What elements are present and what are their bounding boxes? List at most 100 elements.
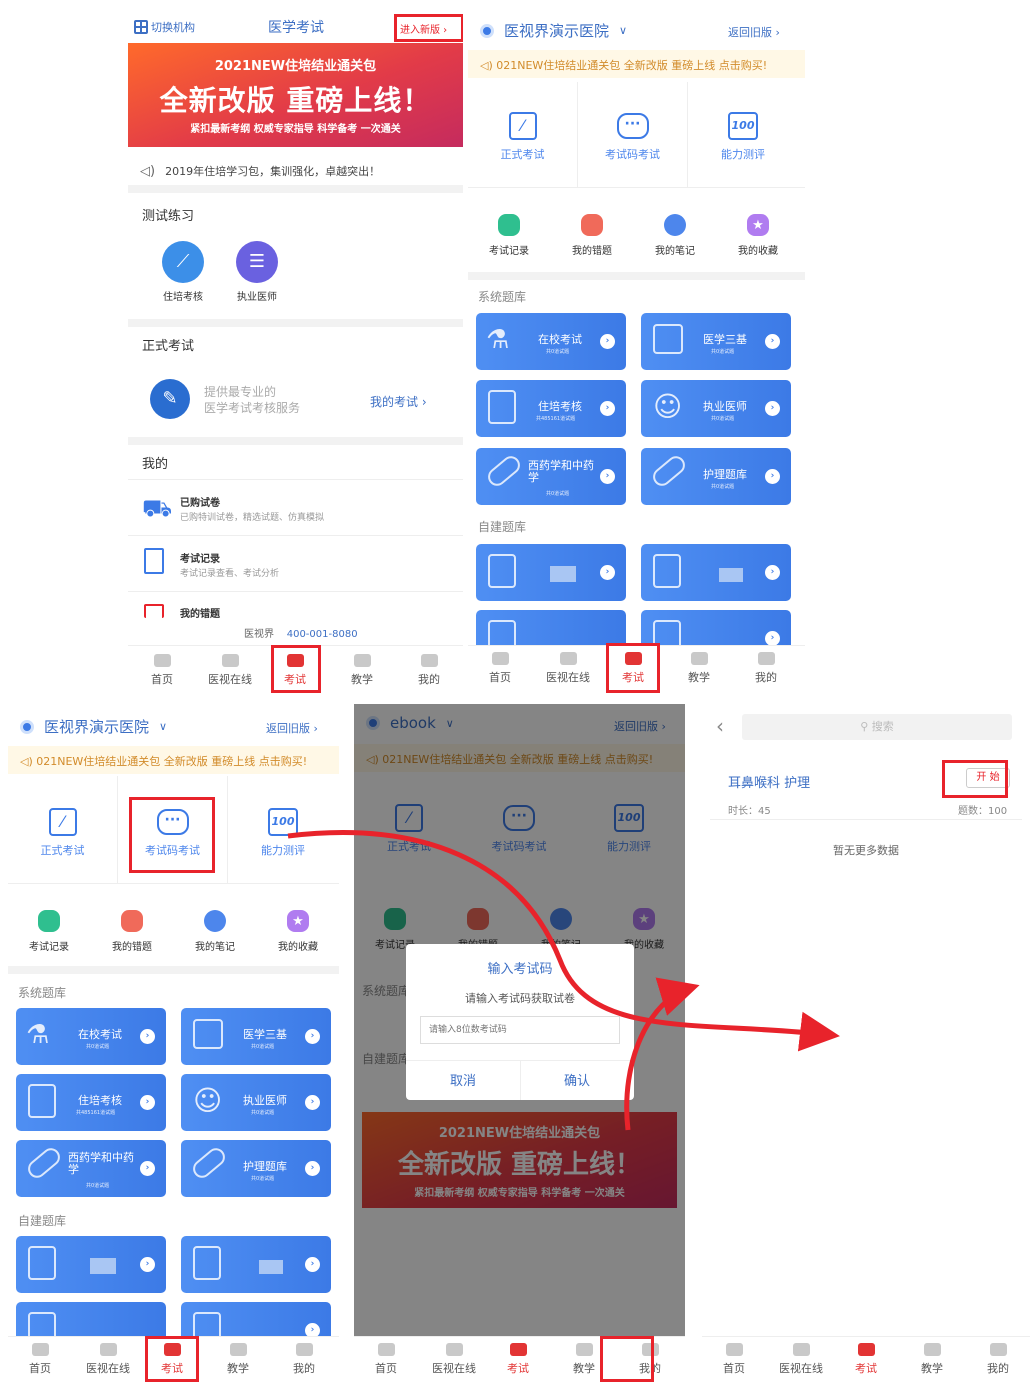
bank-card-sanji[interactable]: 医学三基 共0道试题 › xyxy=(181,1008,331,1065)
tab-teaching[interactable]: 教学 xyxy=(677,652,721,685)
tab-teaching[interactable]: 教学 xyxy=(910,1343,954,1376)
tab-home[interactable]: 首页 xyxy=(18,1343,62,1376)
exam-icon xyxy=(857,1343,875,1356)
mine-item-purchased[interactable]: ⛟ 已购试卷 已购特训试卷，精选试题、仿真模拟 xyxy=(128,479,463,535)
arrow-right-icon: › xyxy=(140,1257,155,1272)
record-icon xyxy=(498,214,520,236)
formal-exam-button[interactable]: ⁄ 正式考试 xyxy=(468,82,578,188)
tab-exam[interactable]: 考试 xyxy=(844,1343,888,1376)
tab-home[interactable]: 首页 xyxy=(712,1343,756,1376)
exam-code-dialog: 输入考试码 请输入考试码获取试卷 取消 确认 xyxy=(406,944,634,1100)
tab-online[interactable]: 医视在线 xyxy=(771,1343,831,1376)
teaching-icon xyxy=(575,1343,593,1356)
wrong-questions-button[interactable]: 我的错题 xyxy=(103,910,161,953)
chart-icon: ⟋ xyxy=(162,241,204,283)
tab-mine[interactable]: 我的 xyxy=(744,652,788,685)
tab-online[interactable]: 医视在线 xyxy=(200,654,260,687)
self-bank-card[interactable]: › xyxy=(181,1236,331,1293)
bank-card-sanji[interactable]: 医学三基 共0道试题 › xyxy=(641,313,791,370)
hospital-selector[interactable]: 医视界演示医院 ∨ xyxy=(480,20,627,41)
tab-online[interactable]: 医视在线 xyxy=(78,1343,138,1376)
tab-exam[interactable]: 考试 xyxy=(496,1343,540,1376)
back-old-version-link[interactable]: 返回旧版 › xyxy=(266,720,318,736)
back-icon[interactable]: ‹ xyxy=(716,714,724,738)
tab-online[interactable]: 医视在线 xyxy=(424,1343,484,1376)
microscope-icon: ⚗ xyxy=(486,325,510,355)
exam-record-button[interactable]: 考试记录 xyxy=(480,214,538,257)
hospital-selector[interactable]: 医视界演示医院 ∨ xyxy=(20,716,167,737)
highlight-box xyxy=(600,1336,654,1382)
practice-zhiye[interactable]: ☰ 执业医师 xyxy=(232,241,282,303)
highlight-box xyxy=(271,645,321,693)
clipboard-icon xyxy=(28,1084,56,1118)
edit-icon: ✎ xyxy=(150,379,190,419)
bank-card-pharmacy[interactable]: 西药学和中药学 共0道试题 › xyxy=(476,448,626,505)
bank-card-nursing[interactable]: 护理题库 共0道试题 › xyxy=(181,1140,331,1197)
score-100-icon: 100 xyxy=(268,808,298,836)
promo-banner[interactable]: 2021NEW住培结业通关包 全新改版 重磅上线！ 紧扣最新考纲 权威专家指导 … xyxy=(128,43,463,147)
online-icon xyxy=(221,654,239,667)
notice-bar[interactable]: ◁) 021NEW住培结业通关包 全新改版 重磅上线 点击购买! xyxy=(8,746,339,774)
notes-button[interactable]: 我的笔记 xyxy=(646,214,704,257)
mine-item-wrong[interactable]: 我的错题 xyxy=(128,591,463,620)
switch-org-button[interactable]: 切换机构 xyxy=(134,19,195,35)
notes-icon xyxy=(204,910,226,932)
notes-button[interactable]: 我的笔记 xyxy=(186,910,244,953)
bank-card-pharmacy[interactable]: 西药学和中药学 共0道试题 › xyxy=(16,1140,166,1197)
edit-square-icon: ⁄ xyxy=(508,112,537,140)
bank-card-campus[interactable]: ⚗ 在校考试 共0道试题 › xyxy=(476,313,626,370)
arrow-right-icon: › xyxy=(765,469,780,484)
clipboard-icon xyxy=(488,390,516,424)
tab-mine[interactable]: 我的 xyxy=(282,1343,326,1376)
notice-bar[interactable]: ◁) 021NEW住培结业通关包 全新改版 重磅上线 点击购买! xyxy=(468,50,805,78)
back-old-version-link[interactable]: 返回旧版 › xyxy=(728,24,780,40)
confirm-button[interactable]: 确认 xyxy=(520,1070,634,1089)
ability-test-button[interactable]: 100 能力测评 xyxy=(688,82,798,188)
cancel-button[interactable]: 取消 xyxy=(406,1070,520,1089)
self-bank-card[interactable]: › xyxy=(16,1236,166,1293)
highlight-box xyxy=(129,797,215,873)
arrow-right-icon: › xyxy=(600,401,615,416)
tab-teaching[interactable]: 教学 xyxy=(216,1343,260,1376)
online-icon xyxy=(559,652,577,665)
arrow-right-icon: › xyxy=(765,334,780,349)
tab-home[interactable]: 首页 xyxy=(140,654,184,687)
tab-home[interactable]: 首页 xyxy=(364,1343,408,1376)
self-bank-card[interactable]: › xyxy=(476,544,626,601)
bank-card-zhupei[interactable]: 住培考核 共485161道试题 › xyxy=(476,380,626,437)
favorites-button[interactable]: ★ 我的收藏 xyxy=(729,214,787,257)
tab-teaching[interactable]: 教学 xyxy=(340,654,384,687)
tab-mine[interactable]: 我的 xyxy=(407,654,451,687)
formal-exam-row[interactable]: ✎ 提供最专业的 医学考试考核服务 我的考试 › xyxy=(128,365,463,431)
my-exam-link[interactable]: 我的考试 › xyxy=(370,393,427,410)
tab-bar: 首页 医视在线 考试 教学 我的 xyxy=(702,1336,1030,1383)
arrow-right-icon: › xyxy=(140,1029,155,1044)
tab-online[interactable]: 医视在线 xyxy=(538,652,598,685)
tab-mine[interactable]: 我的 xyxy=(976,1343,1020,1376)
bank-card-zhiye[interactable]: ☺ 执业医师 共0道试题 › xyxy=(181,1074,331,1131)
bank-card-nursing[interactable]: 护理题库 共0道试题 › xyxy=(641,448,791,505)
notes-icon xyxy=(664,214,686,236)
tab-home[interactable]: 首页 xyxy=(478,652,522,685)
favorites-button[interactable]: ★ 我的收藏 xyxy=(269,910,327,953)
home-icon xyxy=(725,1343,743,1356)
exam-code-button[interactable]: ··· 考试码考试 xyxy=(578,82,688,188)
phone-link[interactable]: 400-001-8080 xyxy=(287,629,358,640)
bank-card-zhupei[interactable]: 住培考核 共485161道试题 › xyxy=(16,1074,166,1131)
notice-bar[interactable]: ◁) 2019年住培学习包，集训强化，卓越突出！ xyxy=(140,163,380,179)
exam-code-input[interactable] xyxy=(420,1016,620,1044)
home-icon xyxy=(153,654,171,667)
formal-exam-button[interactable]: ⁄ 正式考试 xyxy=(8,776,118,884)
home-icon xyxy=(31,1343,49,1356)
practice-zhupei[interactable]: ⟋ 住培考核 xyxy=(158,241,208,303)
ability-test-button[interactable]: 100 能力测评 xyxy=(228,776,338,884)
search-box[interactable]: ⚲ 搜索 xyxy=(742,714,1012,740)
self-bank-card[interactable]: › xyxy=(641,544,791,601)
wrong-questions-button[interactable]: 我的错题 xyxy=(563,214,621,257)
mine-item-records[interactable]: 考试记录 考试记录查看、考试分析 xyxy=(128,535,463,591)
bank-card-campus[interactable]: ⚗ 在校考试 共0道试题 › xyxy=(16,1008,166,1065)
bank-card-zhiye[interactable]: ☺ 执业医师 共0道试题 › xyxy=(641,380,791,437)
panel-exam-code-dialog: ebook ∨ 返回旧版 › ◁) 021NEW住培结业通关包 全新改版 重磅上… xyxy=(354,704,685,1383)
exam-record-button[interactable]: 考试记录 xyxy=(20,910,78,953)
teaching-icon xyxy=(229,1343,247,1356)
